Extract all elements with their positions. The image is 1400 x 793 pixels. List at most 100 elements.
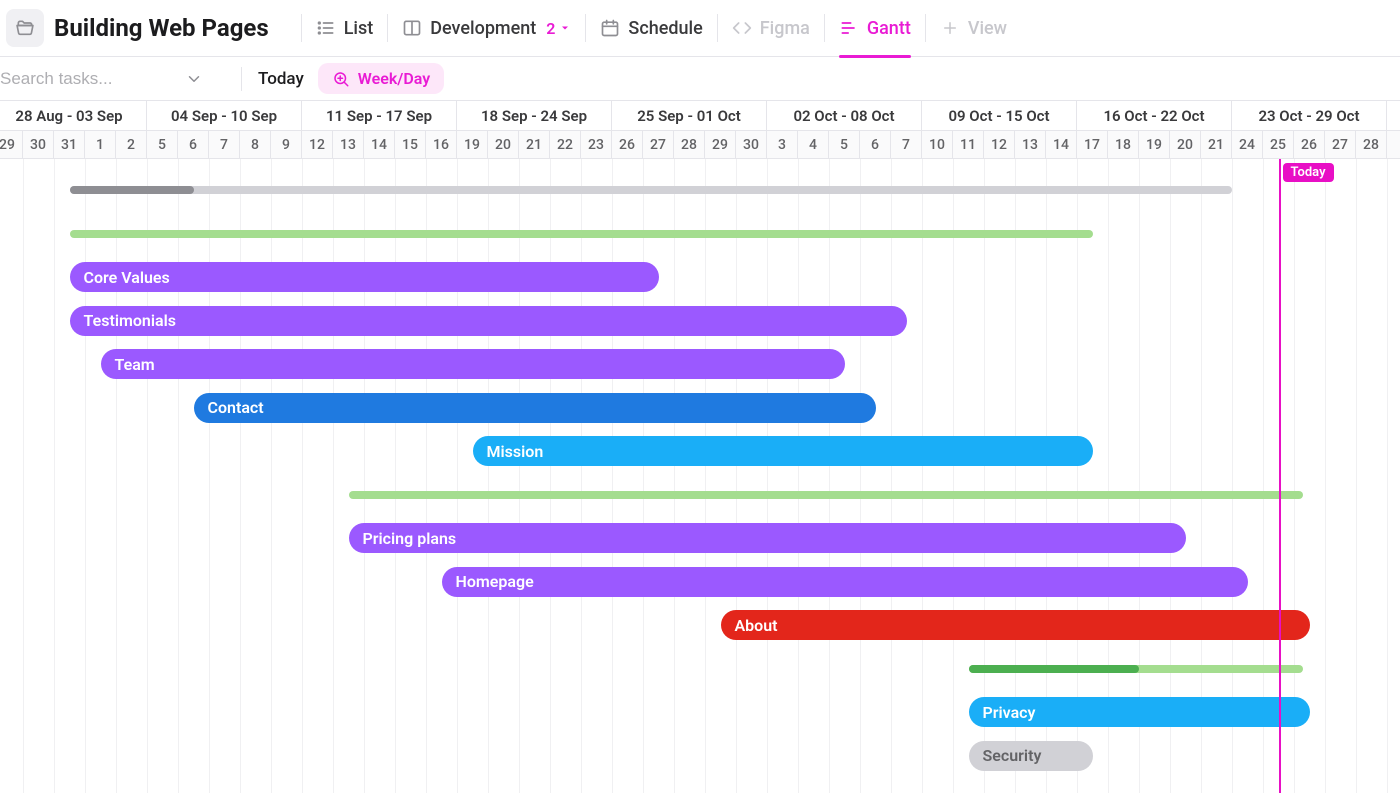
zoom-icon [332,70,350,88]
search-dropdown-button[interactable] [185,70,203,88]
day-header-cell: 11 [953,131,984,158]
grid-line [860,159,861,793]
day-header-cell: 7 [209,131,240,158]
tab-label: List [344,18,374,39]
day-header-cell: 19 [457,131,488,158]
gantt-task-bar[interactable]: About [721,610,1310,640]
day-header-cell: 20 [488,131,519,158]
day-header-cell: 20 [1170,131,1201,158]
grid-line [612,159,613,793]
day-header-cell: 15 [395,131,426,158]
day-header-cell: 18 [1108,131,1139,158]
day-header-cell: 12 [302,131,333,158]
day-header-cell: 27 [643,131,674,158]
gantt-task-bar[interactable]: Mission [473,436,1093,466]
week-header-cell: 28 Aug - 03 Sep [0,101,147,130]
grid-line [116,159,117,793]
grid-line [395,159,396,793]
day-header-cell: 5 [147,131,178,158]
tab-figma[interactable]: Figma [732,0,810,57]
zoom-label: Week/Day [358,69,430,88]
week-header-cell: 16 Oct - 22 Oct [1077,101,1232,130]
controls-row: Today Week/Day [0,57,1400,101]
tab-list[interactable]: List [316,0,374,57]
grid-line [1325,159,1326,793]
grid-line [767,159,768,793]
tab-badge[interactable]: 2 [546,19,571,38]
tab-development[interactable]: Development 2 [402,0,571,57]
grid-line [240,159,241,793]
week-header-cell: 04 Sep - 10 Sep [147,101,302,130]
day-header-cell: 6 [178,131,209,158]
timeline-weeks-row: 28 Aug - 03 Sep04 Sep - 10 Sep11 Sep - 1… [0,101,1400,131]
grid-line [147,159,148,793]
gantt-task-bar[interactable]: Pricing plans [349,523,1186,553]
day-header-cell: 9 [271,131,302,158]
tab-label: Gantt [867,18,911,39]
board-icon [402,18,422,38]
tab-gantt[interactable]: Gantt [839,0,911,57]
timeline-days-row: 2930311256789121314151619202122232627282… [0,131,1400,159]
gantt-task-label: Core Values [84,268,170,287]
day-header-cell: 29 [705,131,736,158]
gantt-task-bar[interactable]: Team [101,349,845,379]
gantt-task-bar[interactable]: Privacy [969,697,1310,727]
grid-line [364,159,365,793]
gantt-timeline: 28 Aug - 03 Sep04 Sep - 10 Sep11 Sep - 1… [0,101,1400,793]
day-header-cell: 29 [0,131,23,158]
gantt-task-bar[interactable]: Security [969,741,1093,771]
grid-line [674,159,675,793]
gantt-group-progress [70,186,194,194]
grid-line [953,159,954,793]
grid-line [23,159,24,793]
gantt-task-label: Contact [208,398,264,417]
folder-button[interactable] [6,9,44,47]
day-header-cell: 23 [581,131,612,158]
week-header-cell: 11 Sep - 17 Sep [302,101,457,130]
grid-line [1387,159,1388,793]
tab-label: Development [430,18,536,39]
gantt-group-rail[interactable] [969,665,1304,673]
gantt-group-rail[interactable] [349,491,1304,499]
day-header-cell: 21 [519,131,550,158]
day-header-cell: 28 [674,131,705,158]
list-icon [316,18,336,38]
grid-line [457,159,458,793]
grid-line [426,159,427,793]
day-header-cell: 7 [891,131,922,158]
gantt-task-label: Homepage [456,572,534,591]
separator [387,14,388,42]
gantt-task-bar[interactable]: Core Values [70,262,659,292]
week-header-cell: 09 Oct - 15 Oct [922,101,1077,130]
separator [241,67,242,91]
tab-add-view[interactable]: View [940,0,1007,57]
caret-down-icon [559,22,571,34]
gantt-body[interactable]: Core Values Testimonials Team Contact Missio… [0,159,1400,793]
grid-line [488,159,489,793]
grid-line [1356,159,1357,793]
gantt-task-label: Mission [487,442,544,461]
tab-schedule[interactable]: Schedule [600,0,702,57]
week-header-cell: 23 Oct - 29 Oct [1232,101,1387,130]
gantt-icon [839,18,859,38]
day-header-cell: 13 [333,131,364,158]
day-header-cell: 28 [1356,131,1387,158]
day-header-cell: 30 [736,131,767,158]
day-header-cell: 8 [240,131,271,158]
day-header-cell: 6 [860,131,891,158]
gantt-group-rail[interactable] [70,230,1093,238]
tab-label: Figma [760,18,810,39]
gantt-group-progress [969,665,1140,673]
gantt-task-bar[interactable]: Contact [194,393,876,423]
gantt-task-bar[interactable]: Homepage [442,567,1248,597]
search-input[interactable] [0,69,185,89]
grid-line [922,159,923,793]
grid-line [705,159,706,793]
gantt-group-rail[interactable] [70,186,1233,194]
day-header-cell: 14 [1046,131,1077,158]
week-header-cell: 25 Sep - 01 Oct [612,101,767,130]
today-button[interactable]: Today [258,69,304,89]
gantt-task-bar[interactable]: Testimonials [70,306,907,336]
zoom-level-button[interactable]: Week/Day [318,63,444,94]
week-header-cell: 18 Sep - 24 Sep [457,101,612,130]
